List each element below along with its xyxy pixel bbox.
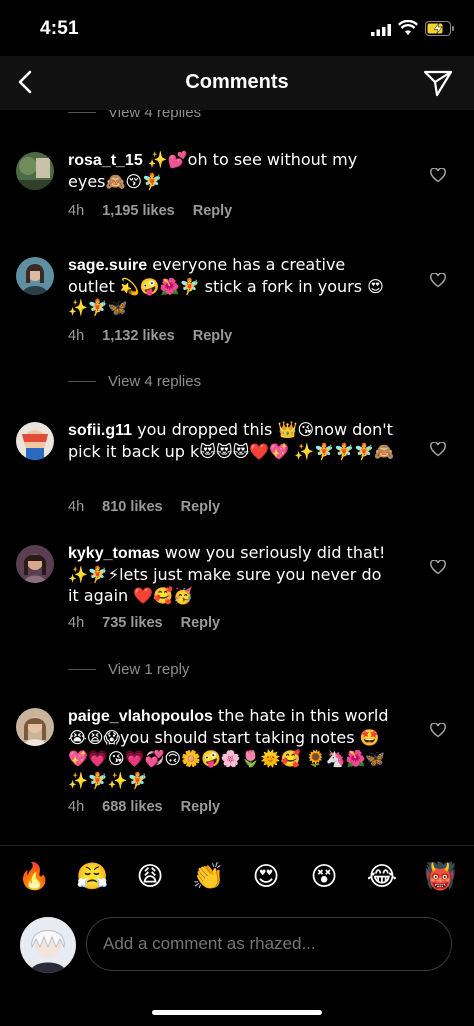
comment-text: kyky_tomas wow you seriously did that! ✨… <box>68 543 386 605</box>
comment-time: 4h <box>68 203 85 219</box>
view-replies-link[interactable]: View 4 replies <box>68 110 201 121</box>
home-indicator <box>152 1010 322 1015</box>
comment-text: paige_vlahopoulos the hate in this world… <box>68 706 389 790</box>
emoji-joy[interactable]: 😂 <box>366 862 398 892</box>
comment-text: rosa_t_15 ✨💕oh to see without my eyes🙈😚🧚 <box>68 150 358 191</box>
view-replies-link[interactable]: View 4 replies <box>68 373 201 390</box>
avatar[interactable] <box>16 257 54 295</box>
comment-likes[interactable]: 1,132 likes <box>102 328 175 344</box>
replies-divider <box>68 669 96 670</box>
emoji-triumph[interactable]: 😤 <box>76 862 108 892</box>
comment-text: sage.suire everyone has a creative outle… <box>68 255 384 317</box>
comment-username[interactable]: kyky_tomas <box>68 545 160 562</box>
reply-button[interactable]: Reply <box>181 615 221 631</box>
comment-likes[interactable]: 735 likes <box>102 615 162 631</box>
replies-divider <box>68 112 96 113</box>
view-replies-link[interactable]: View 1 reply <box>68 661 189 678</box>
emoji-fire[interactable]: 🔥 <box>18 862 50 892</box>
comment-likes[interactable]: 810 likes <box>102 499 162 515</box>
status-bar: 4:51 <box>0 0 474 56</box>
emoji-heart-eyes[interactable]: 😍 <box>250 862 282 892</box>
page-title: Comments <box>185 71 289 93</box>
emoji-dizzy-face[interactable]: 😵 <box>308 862 340 892</box>
comment-username[interactable]: sage.suire <box>68 257 147 274</box>
emoji-ogre[interactable]: 👹 <box>424 862 456 892</box>
avatar[interactable] <box>16 422 54 460</box>
comment-likes[interactable]: 688 likes <box>102 799 162 815</box>
comment-meta: 4h 735 likes Reply <box>68 615 220 631</box>
emoji-clap[interactable]: 👏 <box>192 862 224 892</box>
reply-button[interactable]: Reply <box>193 203 233 219</box>
comment-likes[interactable]: 1,195 likes <box>102 203 175 219</box>
comment-time: 4h <box>68 615 85 631</box>
heart-icon[interactable] <box>430 723 446 738</box>
status-time: 4:51 <box>40 18 79 39</box>
reply-button[interactable]: Reply <box>181 499 221 515</box>
heart-icon[interactable] <box>430 442 446 457</box>
header-bar: Comments <box>0 56 474 110</box>
avatar[interactable] <box>16 152 54 190</box>
reply-button[interactable]: Reply <box>193 328 233 344</box>
reply-button[interactable]: Reply <box>181 799 221 815</box>
comment-username[interactable]: sofii.g11 <box>68 422 132 439</box>
avatar[interactable] <box>16 545 54 583</box>
comment-list[interactable]: View 4 replies rosa_t_15 ✨💕oh to see wit… <box>0 110 474 845</box>
comment-username[interactable]: paige_vlahopoulos <box>68 708 213 725</box>
send-direct-icon[interactable] <box>423 68 453 98</box>
heart-icon[interactable] <box>430 560 446 575</box>
cellular-signal-icon <box>371 24 391 36</box>
heart-icon[interactable] <box>430 273 446 288</box>
wifi-icon <box>398 20 418 35</box>
emoji-quick-bar: 🔥 😤 😩 👏 😍 😵 😂 👹 <box>0 862 474 898</box>
comment-time: 4h <box>68 328 85 344</box>
comment-text: sofii.g11 you dropped this 👑😘now don't p… <box>68 420 394 461</box>
comment-meta: 4h 1,132 likes Reply <box>68 328 232 344</box>
emoji-weary[interactable]: 😩 <box>134 862 166 892</box>
comment-username[interactable]: rosa_t_15 <box>68 152 143 169</box>
comment-input[interactable] <box>86 917 452 971</box>
avatar[interactable] <box>16 708 54 746</box>
replies-divider <box>68 381 96 382</box>
comment-meta: 4h 1,195 likes Reply <box>68 203 232 219</box>
own-avatar <box>20 917 76 973</box>
comment-meta: 4h 688 likes Reply <box>68 799 220 815</box>
comment-meta: 4h 810 likes Reply <box>68 499 220 515</box>
emoji-bar-divider <box>0 845 474 846</box>
comment-time: 4h <box>68 799 85 815</box>
comment-time: 4h <box>68 499 85 515</box>
battery-charging-icon <box>425 21 454 36</box>
heart-icon[interactable] <box>430 168 446 183</box>
